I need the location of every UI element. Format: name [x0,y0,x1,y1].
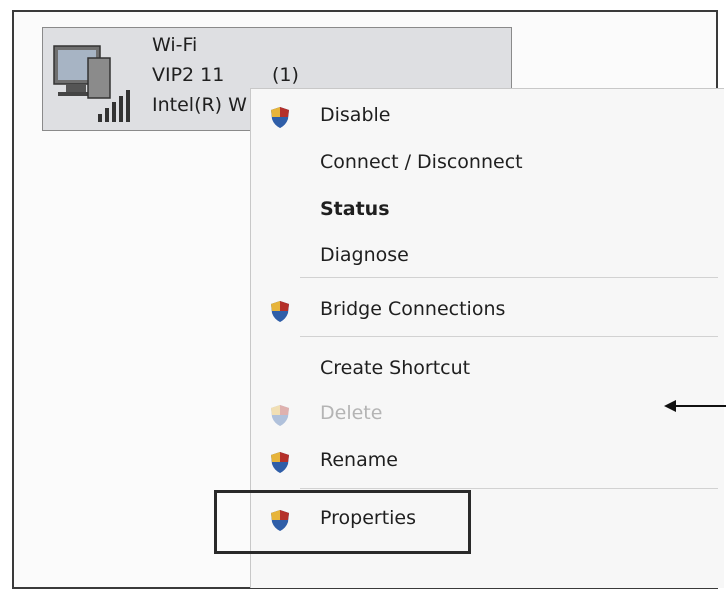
wifi-adapter-icon [53,45,130,122]
shield-icon [271,452,289,473]
menu-item-diagnose[interactable]: Diagnose [320,244,409,266]
network-ssid: VIP2 11 [152,64,225,86]
properties-highlight-box [214,490,471,554]
menu-item-rename[interactable]: Rename [320,449,398,471]
menu-item-status[interactable]: Status [320,198,390,220]
shield-icon [271,301,289,322]
menu-separator [300,336,718,337]
network-count: (1) [272,64,299,86]
menu-item-connect-disconnect[interactable]: Connect / Disconnect [320,151,523,173]
menu-separator [300,488,718,489]
annotation-arrow-icon [664,400,726,412]
network-adapter: Intel(R) W [152,94,247,116]
menu-item-delete: Delete [320,402,383,424]
menu-item-create-shortcut[interactable]: Create Shortcut [320,357,470,379]
menu-separator [300,277,718,278]
menu-item-bridge-connections[interactable]: Bridge Connections [320,298,505,320]
shield-icon [271,107,289,128]
shield-icon [271,405,289,426]
menu-item-disable[interactable]: Disable [320,104,390,126]
network-name: Wi-Fi [152,34,198,56]
